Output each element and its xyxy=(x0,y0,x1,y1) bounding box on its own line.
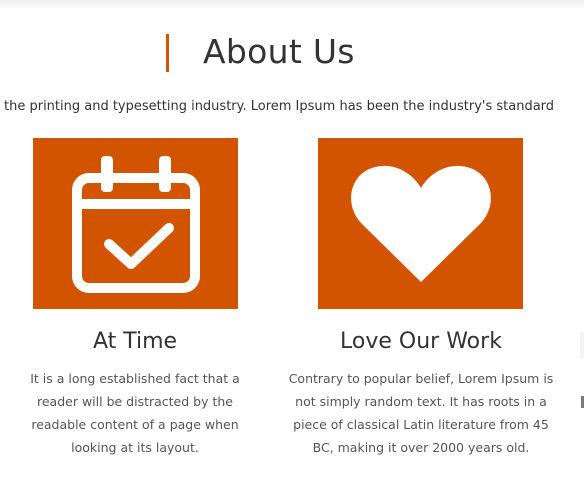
heart-icon xyxy=(350,165,491,282)
feature-description: Contrary to popular belief, Lorem Ipsum … xyxy=(288,371,554,455)
calendar-check-icon xyxy=(71,155,200,293)
feature-title: Love Our Work xyxy=(340,329,502,354)
heading-accent-bar xyxy=(166,34,169,72)
feature-description: It is a long established fact that a rea… xyxy=(30,371,240,455)
header-shadow xyxy=(0,0,584,10)
feature-icon-tile xyxy=(33,138,238,309)
next-card-edge xyxy=(580,332,584,358)
section-heading: About Us xyxy=(0,30,584,78)
feature-title: At Time xyxy=(92,329,178,354)
intro-text: the printing and typesetting industry. L… xyxy=(4,99,555,114)
feature-icon-tile xyxy=(318,138,523,309)
section-title: About Us xyxy=(203,32,355,71)
